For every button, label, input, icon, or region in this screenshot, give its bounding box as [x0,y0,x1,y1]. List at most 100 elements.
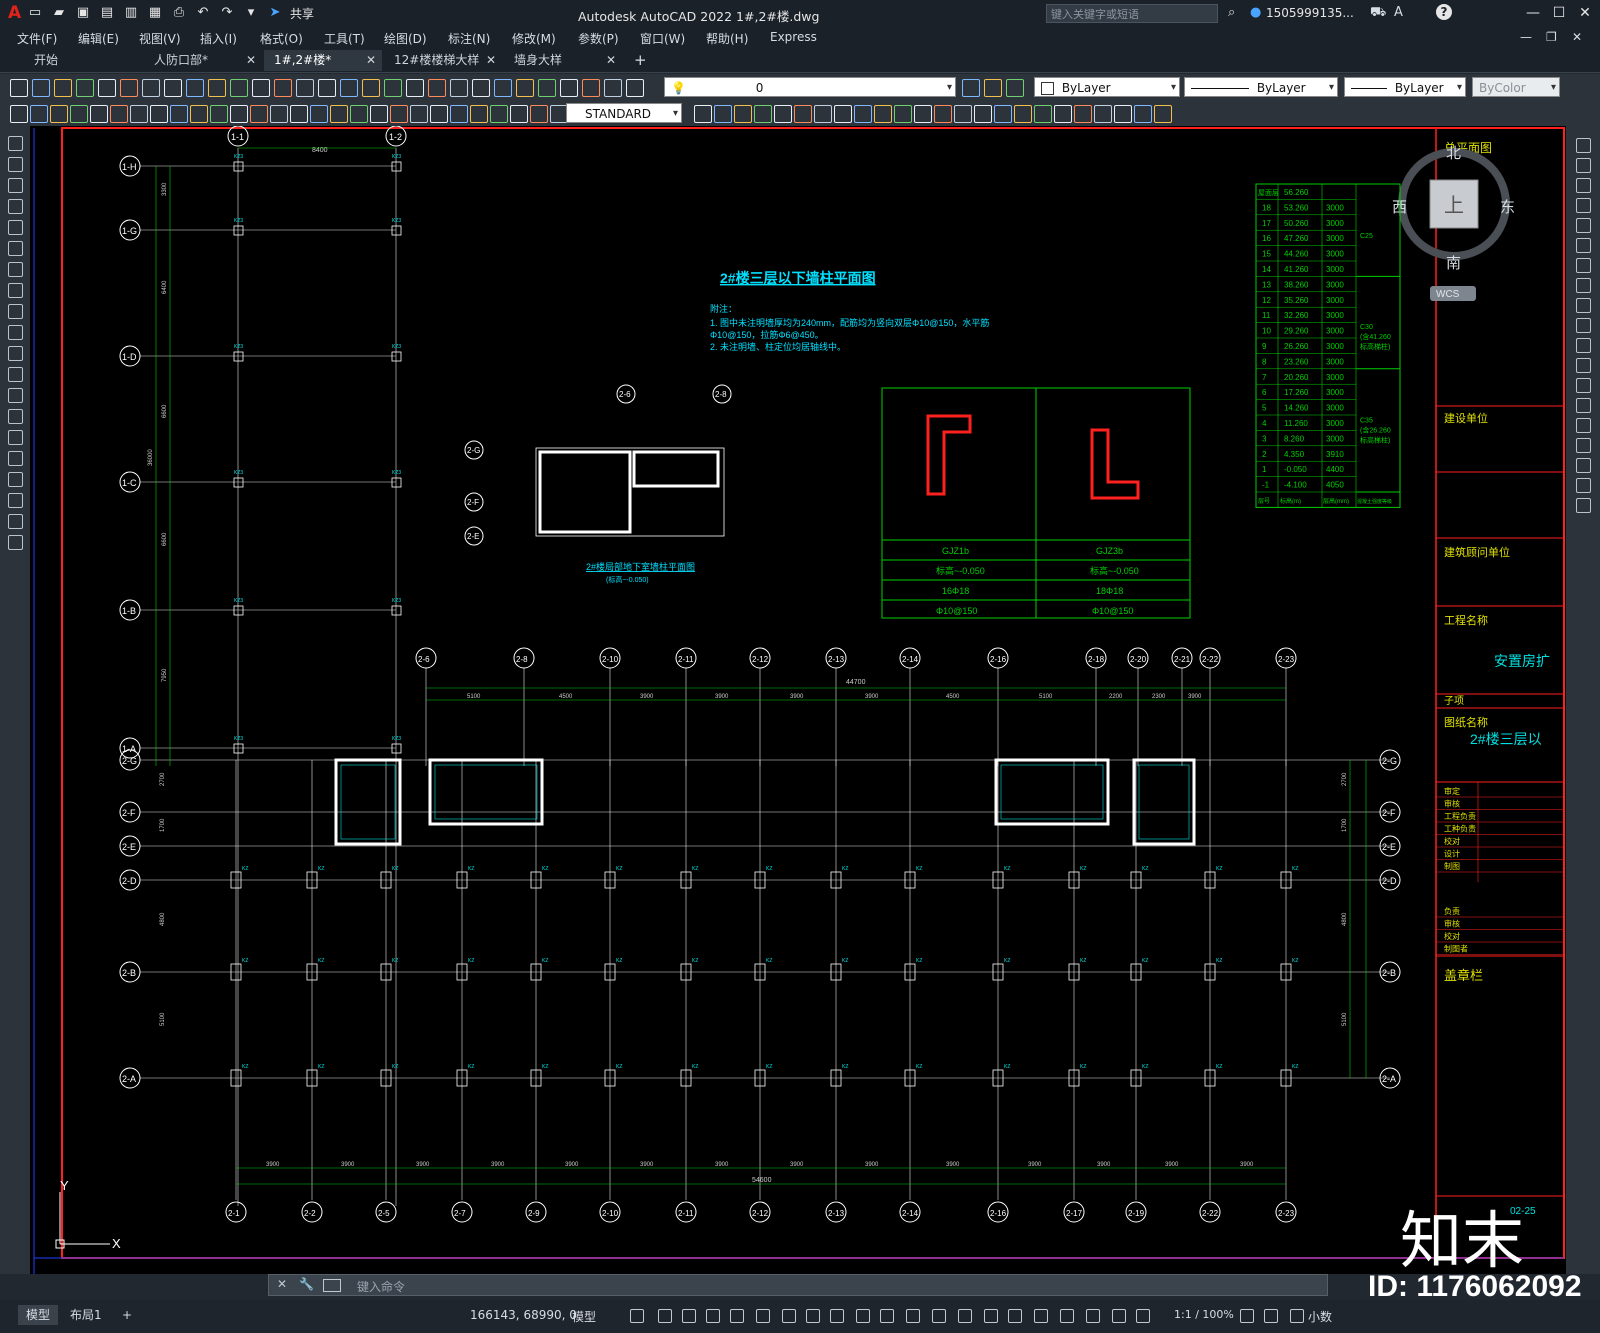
search-icon[interactable]: ⌕ [1228,5,1235,20]
dim-tool-icon-45[interactable] [1014,105,1032,123]
standard-tool-icon-11[interactable] [230,79,248,97]
layout-tab-layout1[interactable]: 布局1 [62,1305,110,1325]
layer-dropdown[interactable]: 💡 0 ▾ [664,77,956,97]
standard-tool-icon-13[interactable] [274,79,292,97]
dim-tool-icon-9[interactable] [170,105,188,123]
dim-tool-icon-30[interactable] [714,105,732,123]
status-toggle-icon-22[interactable] [1240,1309,1254,1323]
dim-tool-icon-13[interactable] [250,105,268,123]
modify-tool-icon-3[interactable] [1576,178,1591,193]
plotstyle-dropdown[interactable]: ByColor ▾ [1472,77,1560,97]
status-toggle-icon-7[interactable] [782,1309,796,1323]
standard-tool-icon-8[interactable] [164,79,182,97]
status-toggle-icon-18[interactable] [1060,1309,1074,1323]
command-line[interactable]: ✕ 🔧 键入命令 [268,1274,1328,1296]
standard-tool-icon-25[interactable] [538,79,556,97]
standard-tool-icon-23[interactable] [494,79,512,97]
draw-tool-icon-6[interactable] [8,241,23,256]
dim-tool-icon-32[interactable] [754,105,772,123]
dim-tool-icon-33[interactable] [774,105,792,123]
dim-tool-icon-35[interactable] [814,105,832,123]
dim-tool-icon-15[interactable] [290,105,308,123]
modify-tool-icon-5[interactable] [1576,218,1591,233]
drawing-svg[interactable]: 总平面图 建设单位 建筑顾问单位 工程名称 安置房扩 子项 图纸名称 2#楼三层… [30,126,1566,1274]
status-toggle-icon-1[interactable] [630,1309,644,1323]
command-history-icon[interactable] [323,1279,341,1292]
minimize-button[interactable]: — [1520,2,1546,24]
maximize-button[interactable]: ☐ [1546,2,1572,24]
draw-tool-icon-12[interactable] [8,367,23,382]
standard-tool-icon-4[interactable] [76,79,94,97]
status-toggle-icon-8[interactable] [806,1309,820,1323]
draw-tool-icon-18[interactable] [8,493,23,508]
draw-tool-icon-5[interactable] [8,220,23,235]
user-name[interactable]: 1505999135... [1266,6,1354,20]
close-command-icon[interactable]: ✕ [277,1277,287,1291]
status-toggle-icon-6[interactable] [756,1309,770,1323]
dim-tool-icon-25[interactable] [490,105,508,123]
standard-tool-icon-1[interactable] [10,79,28,97]
status-toggle-icon-10[interactable] [856,1309,870,1323]
standard-tool-icon-31[interactable] [984,79,1002,97]
dim-tool-icon-26[interactable] [510,105,528,123]
save-web-icon[interactable]: ▦ [146,4,164,22]
status-toggle-icon-17[interactable] [1034,1309,1048,1323]
status-toggle-icon-19[interactable] [1086,1309,1100,1323]
status-toggle-icon-20[interactable] [1112,1309,1126,1323]
dim-tool-icon-24[interactable] [470,105,488,123]
modify-tool-icon-1[interactable] [1576,138,1591,153]
standard-tool-icon-3[interactable] [54,79,72,97]
modify-tool-icon-9[interactable] [1576,298,1591,313]
standard-tool-icon-29[interactable] [626,79,644,97]
dim-tool-icon-29[interactable] [694,105,712,123]
status-toggle-icon-5[interactable] [730,1309,744,1323]
modify-tool-icon-2[interactable] [1576,158,1591,173]
status-toggle-icon-4[interactable] [706,1309,720,1323]
modify-tool-icon-14[interactable] [1576,398,1591,413]
status-toggle-icon-9[interactable] [830,1309,844,1323]
dim-tool-icon-17[interactable] [330,105,348,123]
status-toggle-icon-12[interactable] [906,1309,920,1323]
standard-tool-icon-30[interactable] [962,79,980,97]
draw-tool-icon-14[interactable] [8,409,23,424]
menu-tools[interactable]: 工具(T) [324,30,365,47]
dim-tool-icon-18[interactable] [350,105,368,123]
color-dropdown[interactable]: ByLayer ▾ [1034,77,1180,97]
tab-renfang[interactable]: 人防口部* ✕ [144,50,262,71]
mdi-restore-icon[interactable]: ❐ [1546,30,1557,44]
draw-tool-icon-16[interactable] [8,451,23,466]
new-file-icon[interactable]: ▭ [26,4,44,22]
viewcube-south[interactable]: 南 [1446,255,1461,272]
dim-tool-icon-4[interactable] [70,105,88,123]
close-tab-icon[interactable]: ✕ [246,50,256,71]
dim-tool-icon-43[interactable] [974,105,992,123]
menu-window[interactable]: 窗口(W) [640,30,685,47]
dim-tool-icon-41[interactable] [934,105,952,123]
dim-tool-icon-50[interactable] [1114,105,1132,123]
standard-tool-icon-21[interactable] [450,79,468,97]
modify-tool-icon-19[interactable] [1576,498,1591,513]
share-label[interactable]: 共享 [290,5,314,22]
dim-tool-icon-7[interactable] [130,105,148,123]
annotation-scale[interactable]: 1:1 / 100% [1174,1308,1234,1321]
standard-tool-icon-24[interactable] [516,79,534,97]
dim-tool-icon-19[interactable] [370,105,388,123]
save-as-icon[interactable]: ▤ [98,4,116,22]
plot-icon[interactable]: ⎙ [170,4,188,22]
standard-tool-icon-19[interactable] [406,79,424,97]
dim-tool-icon-16[interactable] [310,105,328,123]
dim-tool-icon-31[interactable] [734,105,752,123]
draw-tool-icon-20[interactable] [8,535,23,550]
layout-tab-model[interactable]: 模型 [18,1305,59,1325]
menu-file[interactable]: 文件(F) [17,30,57,47]
menu-dimension[interactable]: 标注(N) [448,30,490,47]
close-tab-icon[interactable]: ✕ [606,50,616,71]
viewcube-east[interactable]: 东 [1500,199,1515,216]
dim-tool-icon-49[interactable] [1094,105,1112,123]
dim-tool-icon-46[interactable] [1034,105,1052,123]
mdi-minimize-icon[interactable]: — [1520,30,1532,44]
dim-tool-icon-37[interactable] [854,105,872,123]
dim-tool-icon-3[interactable] [50,105,68,123]
add-layout-button[interactable]: + [114,1305,140,1325]
customize-qat-icon[interactable]: ▾ [242,4,260,22]
